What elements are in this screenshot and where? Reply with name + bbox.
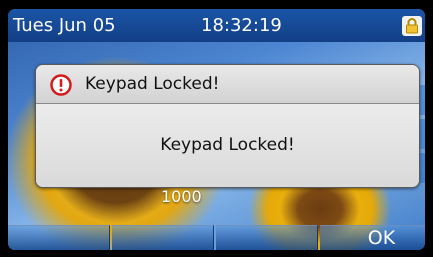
dialog-body: Keypad Locked! [36,104,419,187]
dialog-message: Keypad Locked! [160,135,295,155]
lock-icon [402,16,422,36]
phone-screen: Tues Jun 05 18:32:19 Keypad Locked! Keyp… [8,9,425,250]
date-label: Tues Jun 05 [13,15,116,36]
keypad-locked-dialog: Keypad Locked! Keypad Locked! [35,64,420,188]
dialog-header: Keypad Locked! [36,65,419,104]
softkey-2[interactable] [112,225,214,250]
account-label: 1000 [161,187,202,206]
alert-icon [50,74,72,96]
softkey-3[interactable] [216,225,318,250]
status-bar: Tues Jun 05 18:32:19 [8,9,425,42]
dialog-title: Keypad Locked! [85,74,220,94]
softkey-1[interactable] [8,225,110,250]
ok-softkey[interactable]: OK [320,225,425,250]
softkey-bar: OK [8,225,425,250]
time-label: 18:32:19 [201,15,282,36]
